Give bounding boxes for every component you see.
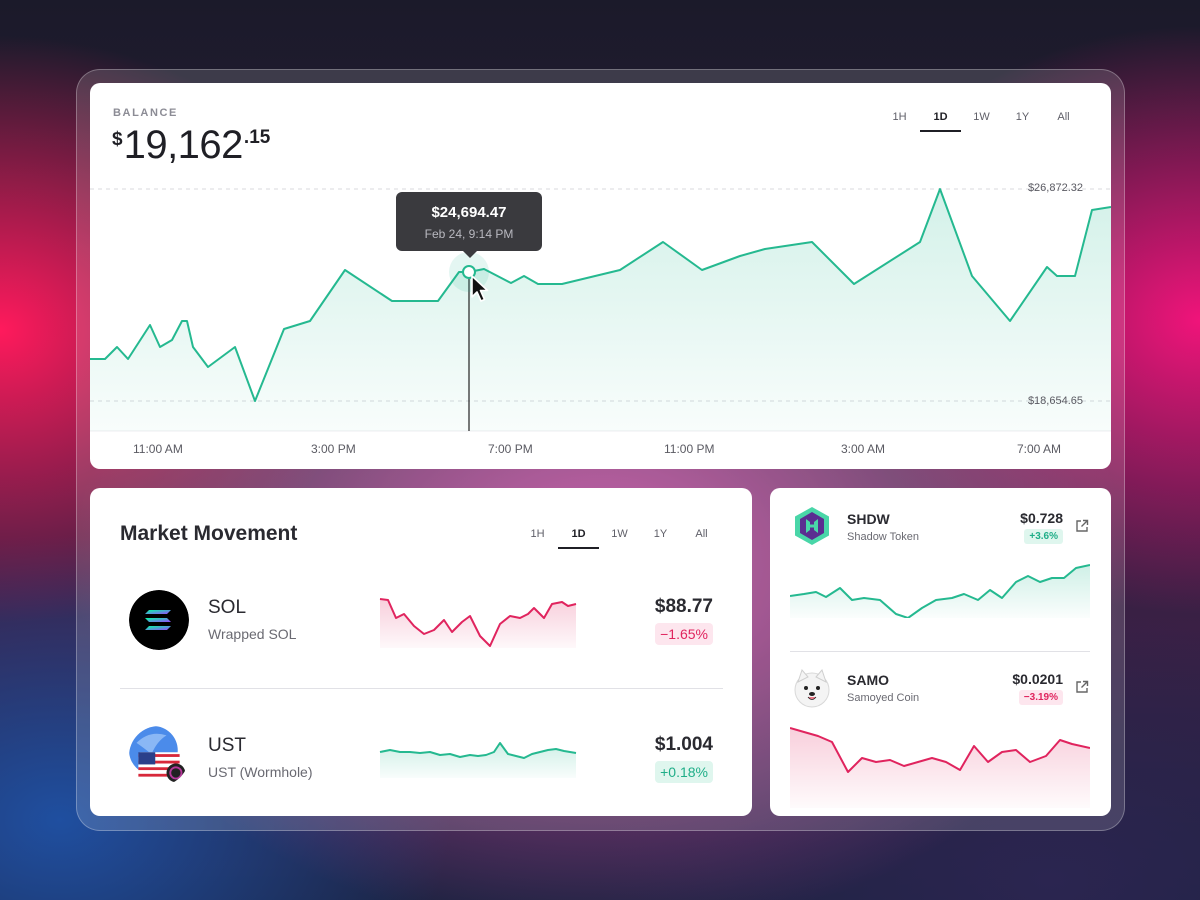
ust-sparkline xyxy=(379,742,577,778)
token-name: Samoyed Coin xyxy=(847,692,920,704)
x-axis-label: 7:00 AM xyxy=(1017,442,1062,456)
token-change: −3.19% xyxy=(1018,690,1063,705)
x-axis-label: 3:00 AM xyxy=(841,442,886,456)
token-name: Shadow Token xyxy=(847,531,919,543)
x-axis-label: 3:00 PM xyxy=(311,442,356,456)
market-range-tab[interactable]: 1H xyxy=(517,528,558,549)
market-range-tab[interactable]: 1W xyxy=(599,528,640,549)
market-range-tab[interactable]: 1Y xyxy=(640,528,681,549)
token-row-samo[interactable]: SAMO Samoyed Coin $0.0201 −3.19% xyxy=(770,652,1111,812)
token-price: $0.728 xyxy=(1020,510,1063,526)
shdw-sparkline xyxy=(790,564,1090,618)
solana-logo-icon xyxy=(129,590,189,650)
samoyed-dog-icon xyxy=(794,669,830,708)
market-row-ust[interactable]: UST UST (Wormhole) $1.004 +0.18% xyxy=(90,708,752,808)
token-price: $0.0201 xyxy=(1012,671,1063,687)
mouse-pointer-icon xyxy=(471,275,489,302)
market-name: UST (Wormhole) xyxy=(208,764,313,780)
grid-label-low: $18,654.65 xyxy=(1027,395,1083,407)
token-symbol: SAMO xyxy=(847,672,889,688)
external-link-icon[interactable] xyxy=(1075,519,1089,533)
external-link-icon[interactable] xyxy=(1075,680,1089,694)
row-divider xyxy=(120,688,723,689)
market-movement-card: Market Movement 1H 1D 1W 1Y All SOL Wrap… xyxy=(90,488,752,816)
market-symbol: SOL xyxy=(208,597,247,618)
x-axis-label: 7:00 PM xyxy=(488,442,533,456)
market-range-tab[interactable]: 1D xyxy=(558,528,599,549)
balance-card: BALANCE $ 19,162 .15 1H 1D 1W 1Y All $26… xyxy=(90,83,1111,469)
market-change: −1.65% xyxy=(655,623,713,645)
tokens-card: SHDW Shadow Token $0.728 +3.6% SAMO Samo… xyxy=(770,488,1111,816)
market-name: Wrapped SOL xyxy=(208,626,297,642)
balance-chart[interactable] xyxy=(90,83,1111,469)
chart-tooltip: $24,694.47 Feb 24, 9:14 PM xyxy=(396,192,542,258)
market-price: $1.004 xyxy=(654,734,713,755)
token-change: +3.6% xyxy=(1024,529,1063,544)
token-symbol: SHDW xyxy=(847,511,890,527)
market-symbol: UST xyxy=(208,735,246,756)
market-range-tab[interactable]: All xyxy=(681,528,722,549)
tooltip-value: $24,694.47 xyxy=(431,204,507,221)
shadow-token-icon xyxy=(795,507,829,545)
market-range-tabs: 1H 1D 1W 1Y All xyxy=(517,528,722,549)
ust-wormhole-logo-icon xyxy=(129,726,186,783)
samo-sparkline xyxy=(790,727,1090,808)
x-axis-label: 11:00 PM xyxy=(664,442,715,456)
market-change: +0.18% xyxy=(655,761,713,783)
market-price: $88.77 xyxy=(654,596,713,617)
tooltip-date: Feb 24, 9:14 PM xyxy=(424,227,514,241)
balance-area xyxy=(90,189,1111,431)
market-row-sol[interactable]: SOL Wrapped SOL $88.77 −1.65% xyxy=(90,568,752,668)
sol-sparkline xyxy=(379,598,577,648)
token-row-shdw[interactable]: SHDW Shadow Token $0.728 +3.6% xyxy=(770,488,1111,648)
grid-label-high: $26,872.32 xyxy=(1027,182,1083,194)
market-title: Market Movement xyxy=(120,522,298,545)
x-axis-label: 11:00 AM xyxy=(133,442,183,456)
